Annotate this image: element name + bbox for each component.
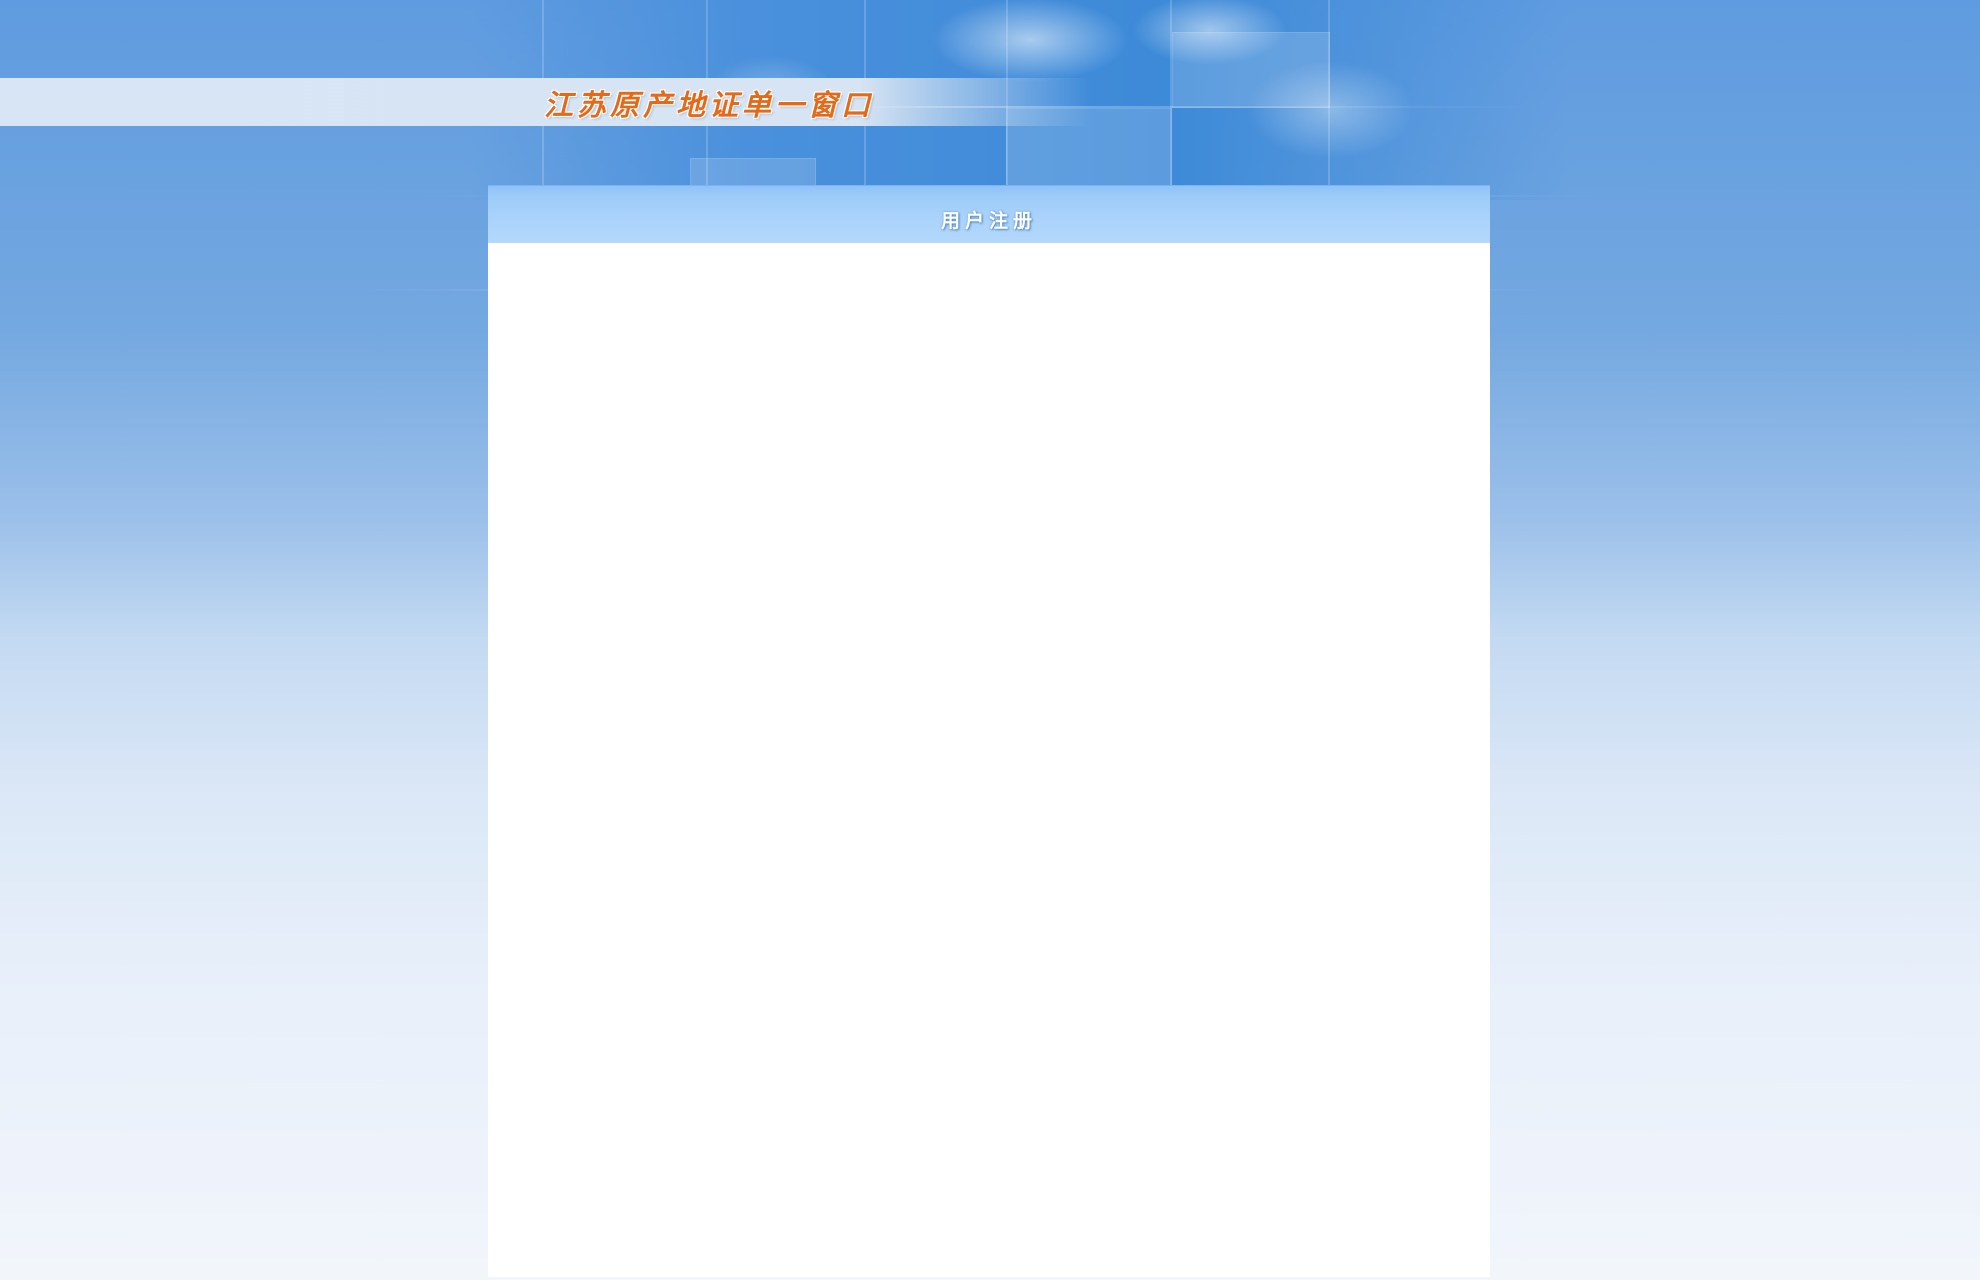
panel-body <box>488 243 1490 1277</box>
panel-header: 用户注册 <box>488 185 1490 243</box>
panel-title: 用户注册 <box>940 210 1037 232</box>
page: 江苏原产地证单一窗口 用户注册 <box>0 0 1980 1280</box>
site-title: 江苏原产地证单一窗口 <box>544 88 875 122</box>
decor-tile <box>1172 32 1330 108</box>
registration-panel: 用户注册 <box>488 185 1490 1277</box>
